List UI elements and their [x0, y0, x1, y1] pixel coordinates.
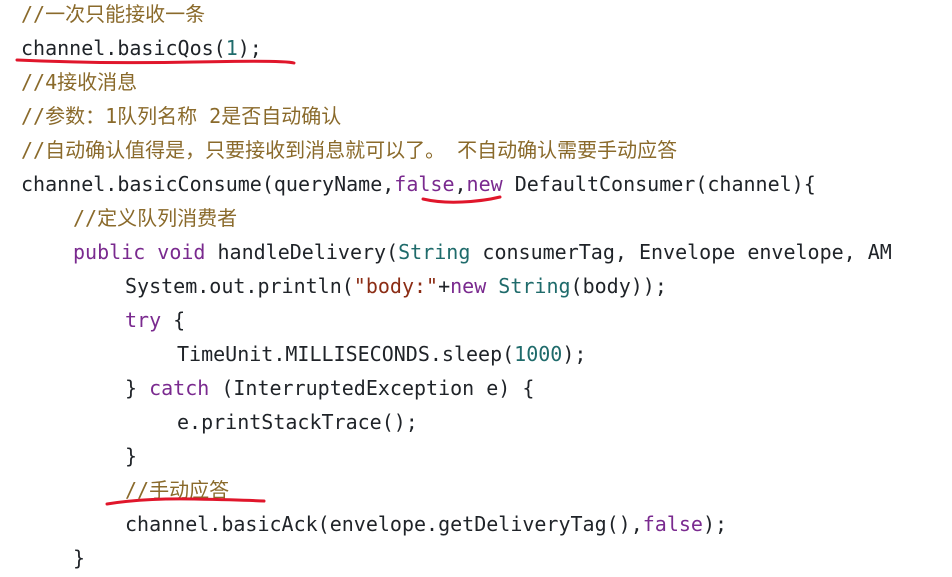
code-token-plain: (body));	[570, 274, 667, 298]
code-token-number: 1	[225, 36, 238, 60]
code-token-plain: }	[73, 546, 86, 570]
code-token-number: 1000	[514, 342, 563, 366]
code-token-type: String	[398, 240, 471, 264]
code-line: //手动应答	[0, 473, 892, 507]
code-token-comment: //一次只能接收一条	[21, 2, 206, 26]
code-token-keyword: new	[466, 172, 503, 196]
code-token-plain: );	[702, 512, 728, 536]
code-line: //4接收消息	[0, 65, 892, 99]
code-token-keyword: catch	[149, 376, 210, 400]
code-token-plain: }	[125, 376, 150, 400]
code-token-plain: e.printStackTrace();	[177, 410, 418, 434]
code-line: channel.basicConsume(queryName,false,new…	[0, 167, 892, 201]
code-viewer: //一次只能接收一条 channel.basicQos(1); //4接收消息 //参…	[0, 0, 952, 577]
code-token-keyword: void	[157, 240, 206, 264]
code-lines: //一次只能接收一条 channel.basicQos(1); //4接收消息 //参…	[0, 0, 892, 575]
code-token-keyword: new	[450, 274, 487, 298]
code-line: try {	[0, 303, 892, 337]
code-token-plain: );	[562, 342, 587, 366]
code-line: public void handleDelivery(String consum…	[0, 235, 892, 269]
code-token-plain: TimeUnit.MILLISECONDS.sleep(	[177, 342, 515, 366]
code-line: channel.basicQos(1);	[0, 31, 892, 65]
code-token-plain: consumerTag, Envelope envelope, AM	[470, 240, 892, 264]
code-token-plain: System.out.println(	[125, 274, 354, 298]
code-token-literal: false	[642, 512, 703, 536]
code-token-comment: //参数：1队列名称 2是否自动确认	[21, 104, 342, 128]
code-line: TimeUnit.MILLISECONDS.sleep(1000);	[0, 337, 892, 371]
code-line: //定义队列消费者	[0, 201, 892, 235]
code-token-plain: );	[237, 36, 262, 60]
code-token-plain: ,	[454, 172, 467, 196]
code-token-string: "body:"	[353, 274, 439, 298]
code-token-comment: //自动确认值得是，只要接收到消息就可以了。 不自动确认需要手动应答	[21, 138, 678, 162]
code-token-plain: channel.basicAck(envelope.getDeliveryTag…	[125, 512, 643, 536]
code-line: //一次只能接收一条	[0, 0, 892, 31]
code-line: //自动确认值得是，只要接收到消息就可以了。 不自动确认需要手动应答	[0, 133, 892, 167]
code-token-type: String	[498, 274, 571, 298]
code-line: e.printStackTrace();	[0, 405, 892, 439]
code-line: }	[0, 439, 892, 473]
code-token-plain: }	[125, 444, 138, 468]
code-line: }	[0, 541, 892, 575]
code-line: System.out.println("body:"+new String(bo…	[0, 269, 892, 303]
code-token-comment: //定义队列消费者	[73, 206, 238, 230]
code-token-plain: channel.basicConsume(queryName,	[21, 172, 395, 196]
code-token-plain: handleDelivery(	[205, 240, 399, 264]
code-token-literal: false	[394, 172, 455, 196]
code-token-plain: channel.basicQos(	[21, 36, 226, 60]
code-token-plain: (InterruptedException e) {	[209, 376, 535, 400]
code-token-keyword: public	[73, 240, 146, 264]
code-token-plain: DefaultConsumer(channel){	[502, 172, 816, 196]
code-token-comment: //4接收消息	[21, 70, 138, 94]
code-line: } catch (InterruptedException e) {	[0, 371, 892, 405]
code-token-keyword: try	[125, 308, 162, 332]
code-token-plain: +	[438, 274, 451, 298]
code-line: channel.basicAck(envelope.getDeliveryTag…	[0, 507, 892, 541]
code-token-plain: {	[161, 308, 186, 332]
code-line: //参数：1队列名称 2是否自动确认	[0, 99, 892, 133]
code-token-comment: //手动应答	[125, 478, 230, 502]
